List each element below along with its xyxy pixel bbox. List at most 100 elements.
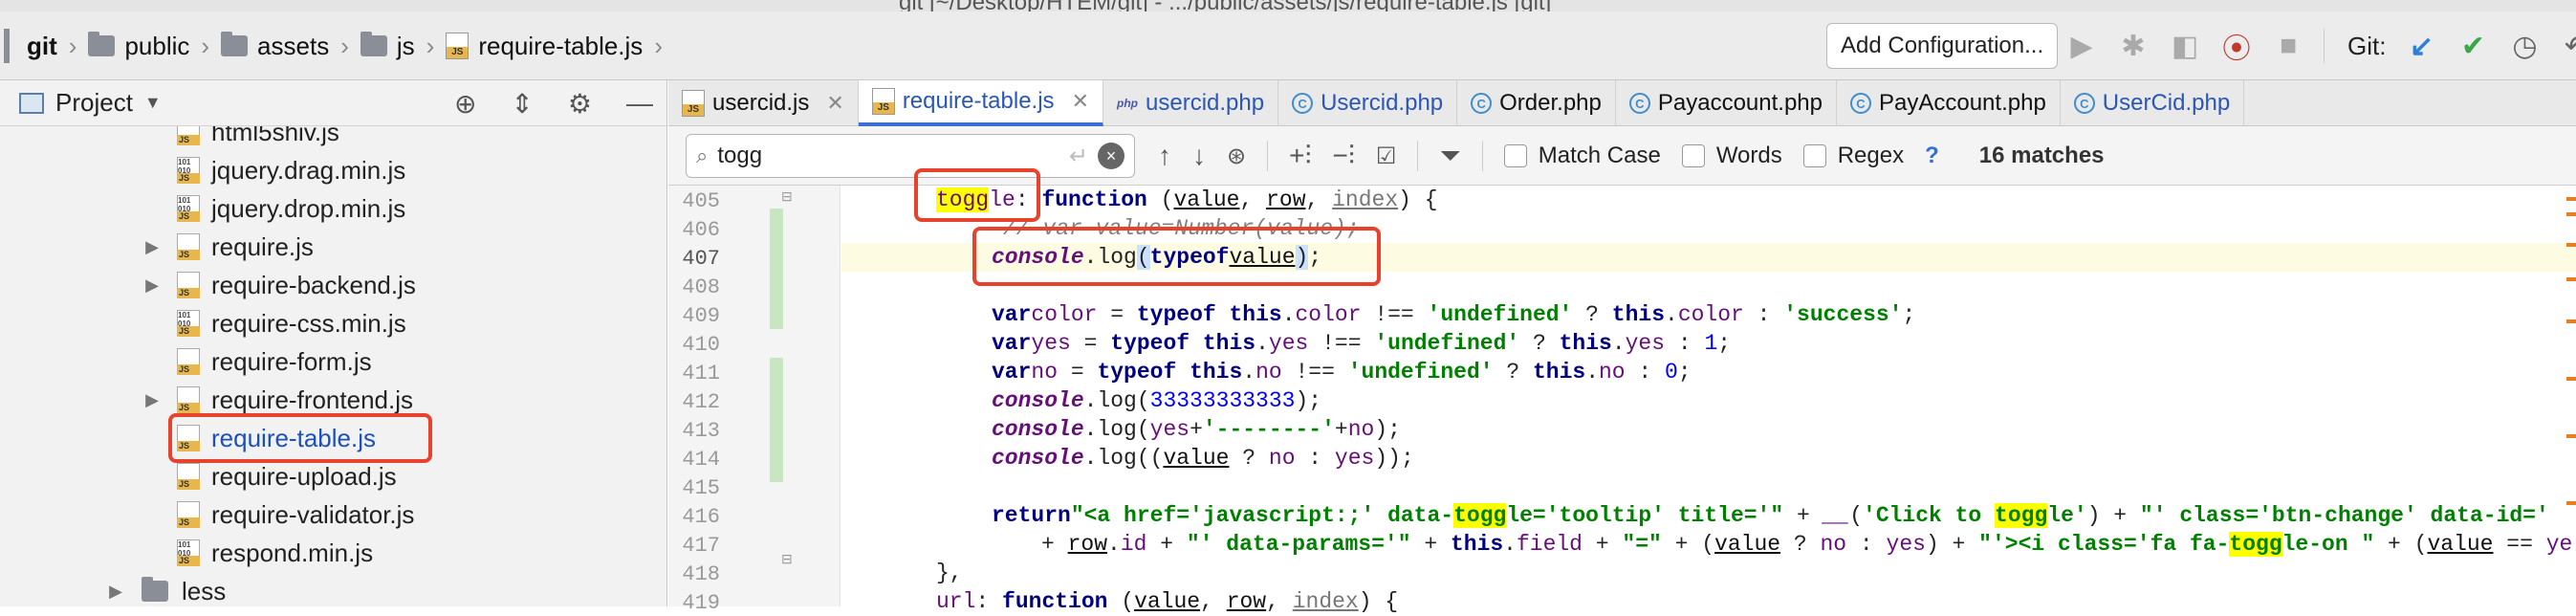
tab-usercid-class-2[interactable]: C UserCid.php: [2061, 80, 2245, 126]
toolbar-divider: [2324, 29, 2325, 63]
tab-require-table-js[interactable]: JS require-table.js ✕: [858, 80, 1103, 126]
stop-icon[interactable]: ■: [2272, 29, 2304, 63]
tab-usercid-js[interactable]: JS usercid.js ✕: [668, 80, 859, 126]
js-file-icon: JS: [177, 463, 200, 490]
filter-icon[interactable]: ⏷: [1439, 141, 1460, 172]
git-commit-icon[interactable]: ✔: [2456, 29, 2489, 63]
breadcrumb-label: assets: [257, 31, 330, 60]
tree-item[interactable]: JS require-validator.js: [177, 495, 414, 534]
breadcrumb-item-assets[interactable]: assets: [215, 32, 335, 61]
folder-icon: [88, 32, 116, 56]
locate-icon[interactable]: ⊕: [454, 88, 476, 120]
tab-payaccount-php-2[interactable]: C PayAccount.php: [1837, 80, 2061, 126]
tree-item[interactable]: 101 010 JS require-css.min.js: [177, 304, 406, 342]
tree-item[interactable]: 101 010 JS jquery.drop.min.js: [177, 189, 405, 228]
tree-item[interactable]: JS html5shiv.js: [177, 126, 339, 151]
previous-occurrence-icon[interactable]: ↑: [1158, 141, 1171, 171]
select-occurrences-icon[interactable]: ☑: [1376, 143, 1397, 170]
php-file-icon: php: [1117, 97, 1138, 110]
code-editor[interactable]: 405 406 407 408 409 410 411 412 413 414 415 416 417 4…: [668, 168, 2576, 615]
tree-item[interactable]: JS require-form.js: [177, 342, 372, 381]
words-checkbox[interactable]: Words: [1681, 143, 1782, 169]
debug-icon[interactable]: ✱: [2117, 29, 2150, 63]
tree-item-label: require-css.min.js: [211, 308, 406, 338]
error-stripe[interactable]: [2566, 186, 2576, 606]
line-number: 408: [682, 275, 720, 299]
tree-item[interactable]: JS require-upload.js: [177, 457, 397, 495]
hide-panel-icon[interactable]: —: [626, 88, 653, 120]
code-line: },: [936, 561, 963, 585]
coverage-icon[interactable]: ◧: [2169, 29, 2201, 63]
editor-tabs: JS usercid.js ✕ JS require-table.js ✕ php …: [668, 80, 2576, 126]
remove-occurrence-icon[interactable]: −⫶: [1332, 141, 1354, 172]
project-panel-title[interactable]: Project: [55, 88, 133, 118]
tab-usercid-class[interactable]: C Usercid.php: [1278, 80, 1458, 126]
breadcrumb-item-git[interactable]: git: [0, 29, 63, 63]
code-line: + row. id + "' data-params='" + this. fiel…: [1041, 532, 2573, 557]
project-panel-tools: ⊕ ⇕ ⚙ —: [454, 88, 653, 120]
search-icon[interactable]: ⌕: [696, 143, 708, 168]
chevron-down-icon[interactable]: ▼: [144, 93, 162, 113]
next-occurrence-icon[interactable]: ↓: [1192, 141, 1206, 171]
tree-item[interactable]: ▶ JS require-backend.js: [143, 266, 416, 304]
search-input[interactable]: ⌕ togg ↵ ×: [686, 134, 1135, 178]
js-file-icon: JS: [871, 88, 895, 115]
tree-item-label: jquery.drop.min.js: [211, 193, 406, 223]
breadcrumb-item-public[interactable]: public: [82, 32, 195, 61]
breadcrumb-item-file[interactable]: JS require-table.js: [440, 32, 648, 61]
close-icon[interactable]: ✕: [826, 91, 843, 116]
annotation-highlight-box: [972, 227, 1381, 286]
js-file-icon: JS: [177, 501, 200, 528]
checkbox-box[interactable]: [1503, 144, 1527, 167]
divider: [1267, 141, 1269, 171]
expand-arrow-icon[interactable]: ▶: [143, 237, 161, 257]
project-icon: [19, 92, 44, 114]
tree-item[interactable]: ▶ less: [107, 572, 226, 606]
git-update-icon[interactable]: ↙: [2405, 29, 2437, 63]
add-occurrence-icon[interactable]: +⫶: [1289, 141, 1311, 172]
tree-item-label: require-upload.js: [211, 461, 397, 491]
line-number: 416: [682, 505, 720, 529]
fold-icon[interactable]: ⊟: [781, 552, 793, 568]
close-icon[interactable]: ✕: [1072, 89, 1089, 114]
tree-item-label: html5shiv.js: [211, 126, 339, 146]
tab-payaccount-php[interactable]: C Payaccount.php: [1616, 80, 1837, 126]
line-number: 410: [682, 333, 720, 357]
git-rollback-icon[interactable]: ↶: [2560, 29, 2576, 63]
code-line: var no = typeof this. no !== 'undefined' …: [992, 360, 1692, 385]
tree-item-label: require-form.js: [211, 346, 372, 376]
breadcrumb-label: public: [124, 31, 190, 60]
line-number: 419: [682, 591, 720, 615]
regex-checkbox[interactable]: Regex: [1802, 143, 1904, 169]
clear-search-icon[interactable]: ×: [1098, 143, 1124, 169]
checkbox-box[interactable]: [1681, 144, 1705, 167]
js-min-file-icon: 101 010 JS: [177, 539, 200, 566]
project-panel-header: Project ▼ ⊕ ⇕ ⚙ —: [0, 80, 666, 126]
git-label: Git:: [2347, 31, 2387, 60]
tree-item[interactable]: 101 010 JS respond.min.js: [177, 534, 373, 572]
match-case-checkbox[interactable]: Match Case: [1503, 143, 1661, 169]
collapse-all-icon[interactable]: ⇕: [511, 88, 533, 120]
breadcrumb-label: js: [396, 31, 415, 60]
tree-item[interactable]: ▶ JS require.js: [143, 228, 314, 266]
expand-arrow-icon[interactable]: ▶: [143, 275, 161, 296]
tab-label: UserCid.php: [2102, 90, 2231, 116]
tab-order-php[interactable]: C Order.php: [1457, 80, 1616, 126]
select-all-occurrences-icon[interactable]: ⊛: [1227, 143, 1246, 170]
profile-icon[interactable]: ⦿: [2220, 29, 2253, 65]
tree-item-label: jquery.drag.min.js: [211, 155, 406, 185]
tab-usercid-php[interactable]: php usercid.php: [1103, 80, 1279, 126]
tree-item[interactable]: 101 010 JS jquery.drag.min.js: [177, 151, 405, 189]
checkbox-box[interactable]: [1802, 144, 1826, 167]
run-icon[interactable]: ▶: [2065, 29, 2098, 63]
js-min-file-icon: 101 010 JS: [177, 195, 200, 222]
fold-icon[interactable]: ⊟: [781, 189, 793, 206]
git-history-icon[interactable]: ◷: [2508, 29, 2541, 63]
regex-help-link[interactable]: ?: [1925, 143, 1939, 169]
expand-arrow-icon[interactable]: ▶: [143, 390, 161, 410]
breadcrumb-item-js[interactable]: js: [355, 32, 421, 61]
line-number: 414: [682, 448, 720, 472]
expand-arrow-icon[interactable]: ▶: [107, 582, 124, 602]
add-configuration-button[interactable]: Add Configuration...: [1826, 23, 2059, 69]
gear-icon[interactable]: ⚙: [568, 88, 592, 120]
